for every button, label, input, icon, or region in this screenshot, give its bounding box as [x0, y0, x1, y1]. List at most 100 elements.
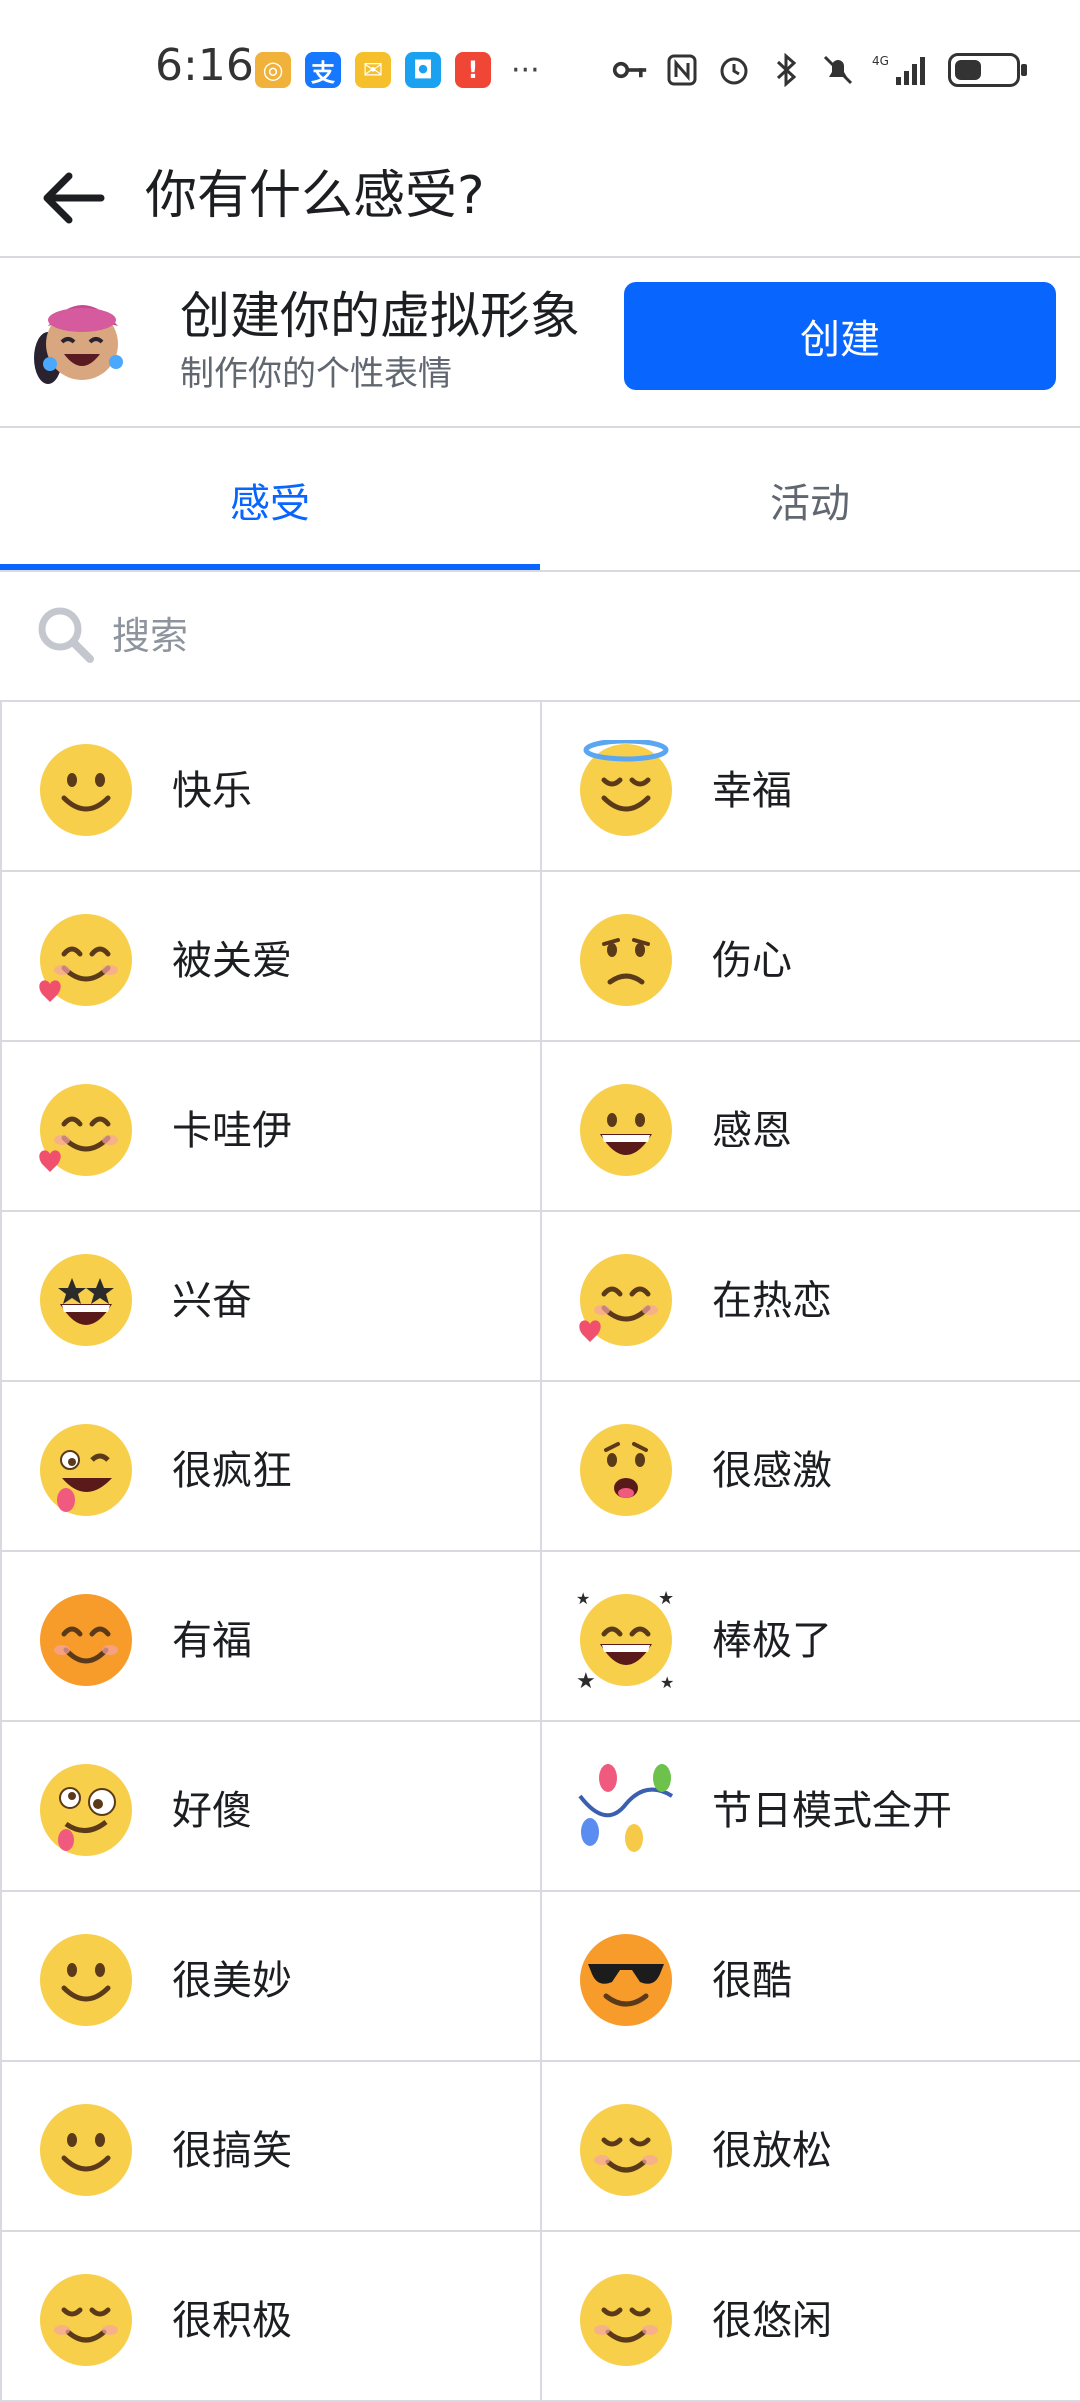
feeling-label: 很积极 [172, 2298, 292, 2344]
promo-title: 创建你的虚拟形象 [180, 287, 580, 345]
shopping-bag-icon: ◘ [405, 52, 441, 88]
feeling-item[interactable]: 节日模式全开 [540, 1720, 1080, 1892]
winking-tongue-face-icon [40, 1424, 132, 1516]
slightly-smiling-face-icon [40, 744, 132, 836]
slightly-smiling-face-icon [40, 1934, 132, 2026]
feeling-label: 快乐 [172, 768, 252, 814]
feeling-item[interactable]: 卡哇伊 [0, 1040, 542, 1212]
relieved-face-icon [580, 2274, 672, 2366]
feeling-label: 好傻 [172, 1788, 252, 1834]
smiling-face-with-heart-icon [39, 1084, 132, 1176]
status-time: 6:16 [155, 40, 254, 91]
feeling-item[interactable]: 很美妙 [0, 1890, 542, 2062]
arrow-left-icon [43, 172, 105, 224]
feeling-item[interactable]: 很疯狂 [0, 1380, 542, 1552]
feeling-item[interactable]: 有福 [0, 1550, 542, 1722]
feeling-label: 有福 [172, 1618, 252, 1664]
feeling-item[interactable]: 好傻 [0, 1720, 542, 1892]
grinning-face-icon [580, 1084, 672, 1176]
feeling-item[interactable]: 很搞笑 [0, 2060, 542, 2232]
svg-text:★: ★ [658, 1590, 674, 1609]
notification-icons: ◎ 支 ✉ ◘ ! ··· [255, 52, 540, 88]
feeling-item[interactable]: 被关爱 [0, 870, 542, 1042]
slightly-smiling-face-icon [40, 2104, 132, 2196]
feeling-label: 很放松 [712, 2128, 832, 2174]
system-icons: 4G [612, 52, 1027, 88]
avatar-icon [34, 305, 123, 384]
feeling-label: 很搞笑 [172, 2128, 292, 2174]
feeling-label: 感恩 [712, 1108, 792, 1154]
mail-icon: ✉ [355, 52, 391, 88]
feeling-item[interactable]: 兴奋 [0, 1210, 542, 1382]
feeling-item[interactable]: 很酷 [540, 1890, 1080, 2062]
relieved-face-icon [40, 2274, 132, 2366]
alarm-icon [716, 52, 752, 88]
create-avatar-button[interactable]: 创建 [624, 282, 1056, 390]
feeling-item[interactable]: 幸福 [540, 700, 1080, 872]
star-struck-face-icon [40, 1254, 132, 1346]
key-icon [612, 52, 648, 88]
sunglasses-face-icon [580, 1934, 672, 2026]
search-input[interactable] [110, 603, 1014, 669]
divider [0, 426, 1080, 428]
feeling-label: 幸福 [712, 768, 792, 814]
svg-text:★: ★ [576, 1590, 590, 1608]
app-header: 你有什么感受? [0, 140, 1080, 256]
feeling-item[interactable]: 很放松 [540, 2060, 1080, 2232]
status-bar: 6:16 ◎ 支 ✉ ◘ ! ··· 4G [0, 0, 1080, 140]
mute-icon [820, 52, 856, 88]
feeling-label: 兴奋 [172, 1278, 252, 1324]
feeling-label: 很美妙 [172, 1958, 292, 2004]
feeling-item[interactable]: 感恩 [540, 1040, 1080, 1212]
feeling-label: 棒极了 [712, 1618, 832, 1664]
string-lights-icon [578, 1764, 674, 1852]
divider [0, 570, 1080, 572]
feeling-label: 节日模式全开 [712, 1788, 952, 1834]
feeling-label: 很疯狂 [172, 1448, 292, 1494]
svg-text:★: ★ [660, 1673, 674, 1690]
svg-text:★: ★ [576, 1669, 596, 1690]
feeling-item[interactable]: ★ ★ ★ ★ 棒极了 [540, 1550, 1080, 1722]
promo-subtitle: 制作你的个性表情 [180, 354, 452, 394]
search-icon [38, 607, 94, 663]
feeling-label: 伤心 [712, 938, 792, 984]
feeling-item[interactable]: 在热恋 [540, 1210, 1080, 1382]
stars-grin-face-icon: ★ ★ ★ ★ [576, 1590, 674, 1690]
cellular-signal-icon: 4G [872, 52, 932, 88]
feeling-item[interactable]: 很积极 [0, 2230, 542, 2402]
app-notification-icon: ◎ [255, 52, 291, 88]
feeling-label: 很感激 [712, 1448, 832, 1494]
tab-bar: 感受 活动 [0, 430, 1080, 570]
blushing-face-icon [40, 1594, 132, 1686]
alert-icon: ! [455, 52, 491, 88]
page-title: 你有什么感受? [145, 166, 485, 226]
feeling-item[interactable]: 伤心 [540, 870, 1080, 1042]
halo-face-icon [580, 740, 672, 836]
back-button[interactable] [36, 162, 108, 234]
sad-face-icon [580, 914, 672, 1006]
alipay-icon: 支 [305, 52, 341, 88]
avatar-promo: 创建你的虚拟形象 制作你的个性表情 创建 [0, 258, 1080, 426]
feeling-label: 很酷 [712, 1958, 792, 2004]
bluetooth-icon [768, 52, 804, 88]
relieved-face-icon [580, 2104, 672, 2196]
feelings-grid: 快乐 幸福被关爱 伤心卡哇伊 感恩兴奋 在热恋很疯狂 很感激有福 ★ ★ ★ ★ 棒极了好傻 节日模式… [0, 700, 1080, 2402]
tab-activities[interactable]: 活动 [540, 430, 1080, 570]
feeling-label: 卡哇伊 [172, 1108, 292, 1154]
smiling-face-with-heart-icon [39, 914, 132, 1006]
tab-feelings[interactable]: 感受 [0, 430, 540, 570]
feeling-item[interactable]: 很悠闲 [540, 2230, 1080, 2402]
feeling-label: 在热恋 [712, 1278, 832, 1324]
more-notifications-icon: ··· [511, 52, 540, 88]
search-bar [0, 573, 1080, 699]
grateful-face-icon [580, 1424, 672, 1516]
feeling-label: 被关爱 [172, 938, 292, 984]
nfc-icon [664, 52, 700, 88]
battery-icon [948, 53, 1027, 87]
feeling-item[interactable]: 很感激 [540, 1380, 1080, 1552]
svg-text:4G: 4G [872, 54, 889, 68]
smiling-face-with-heart-icon [579, 1254, 672, 1346]
feeling-item[interactable]: 快乐 [0, 700, 542, 872]
zany-face-icon [40, 1764, 132, 1856]
feeling-label: 很悠闲 [712, 2298, 832, 2344]
